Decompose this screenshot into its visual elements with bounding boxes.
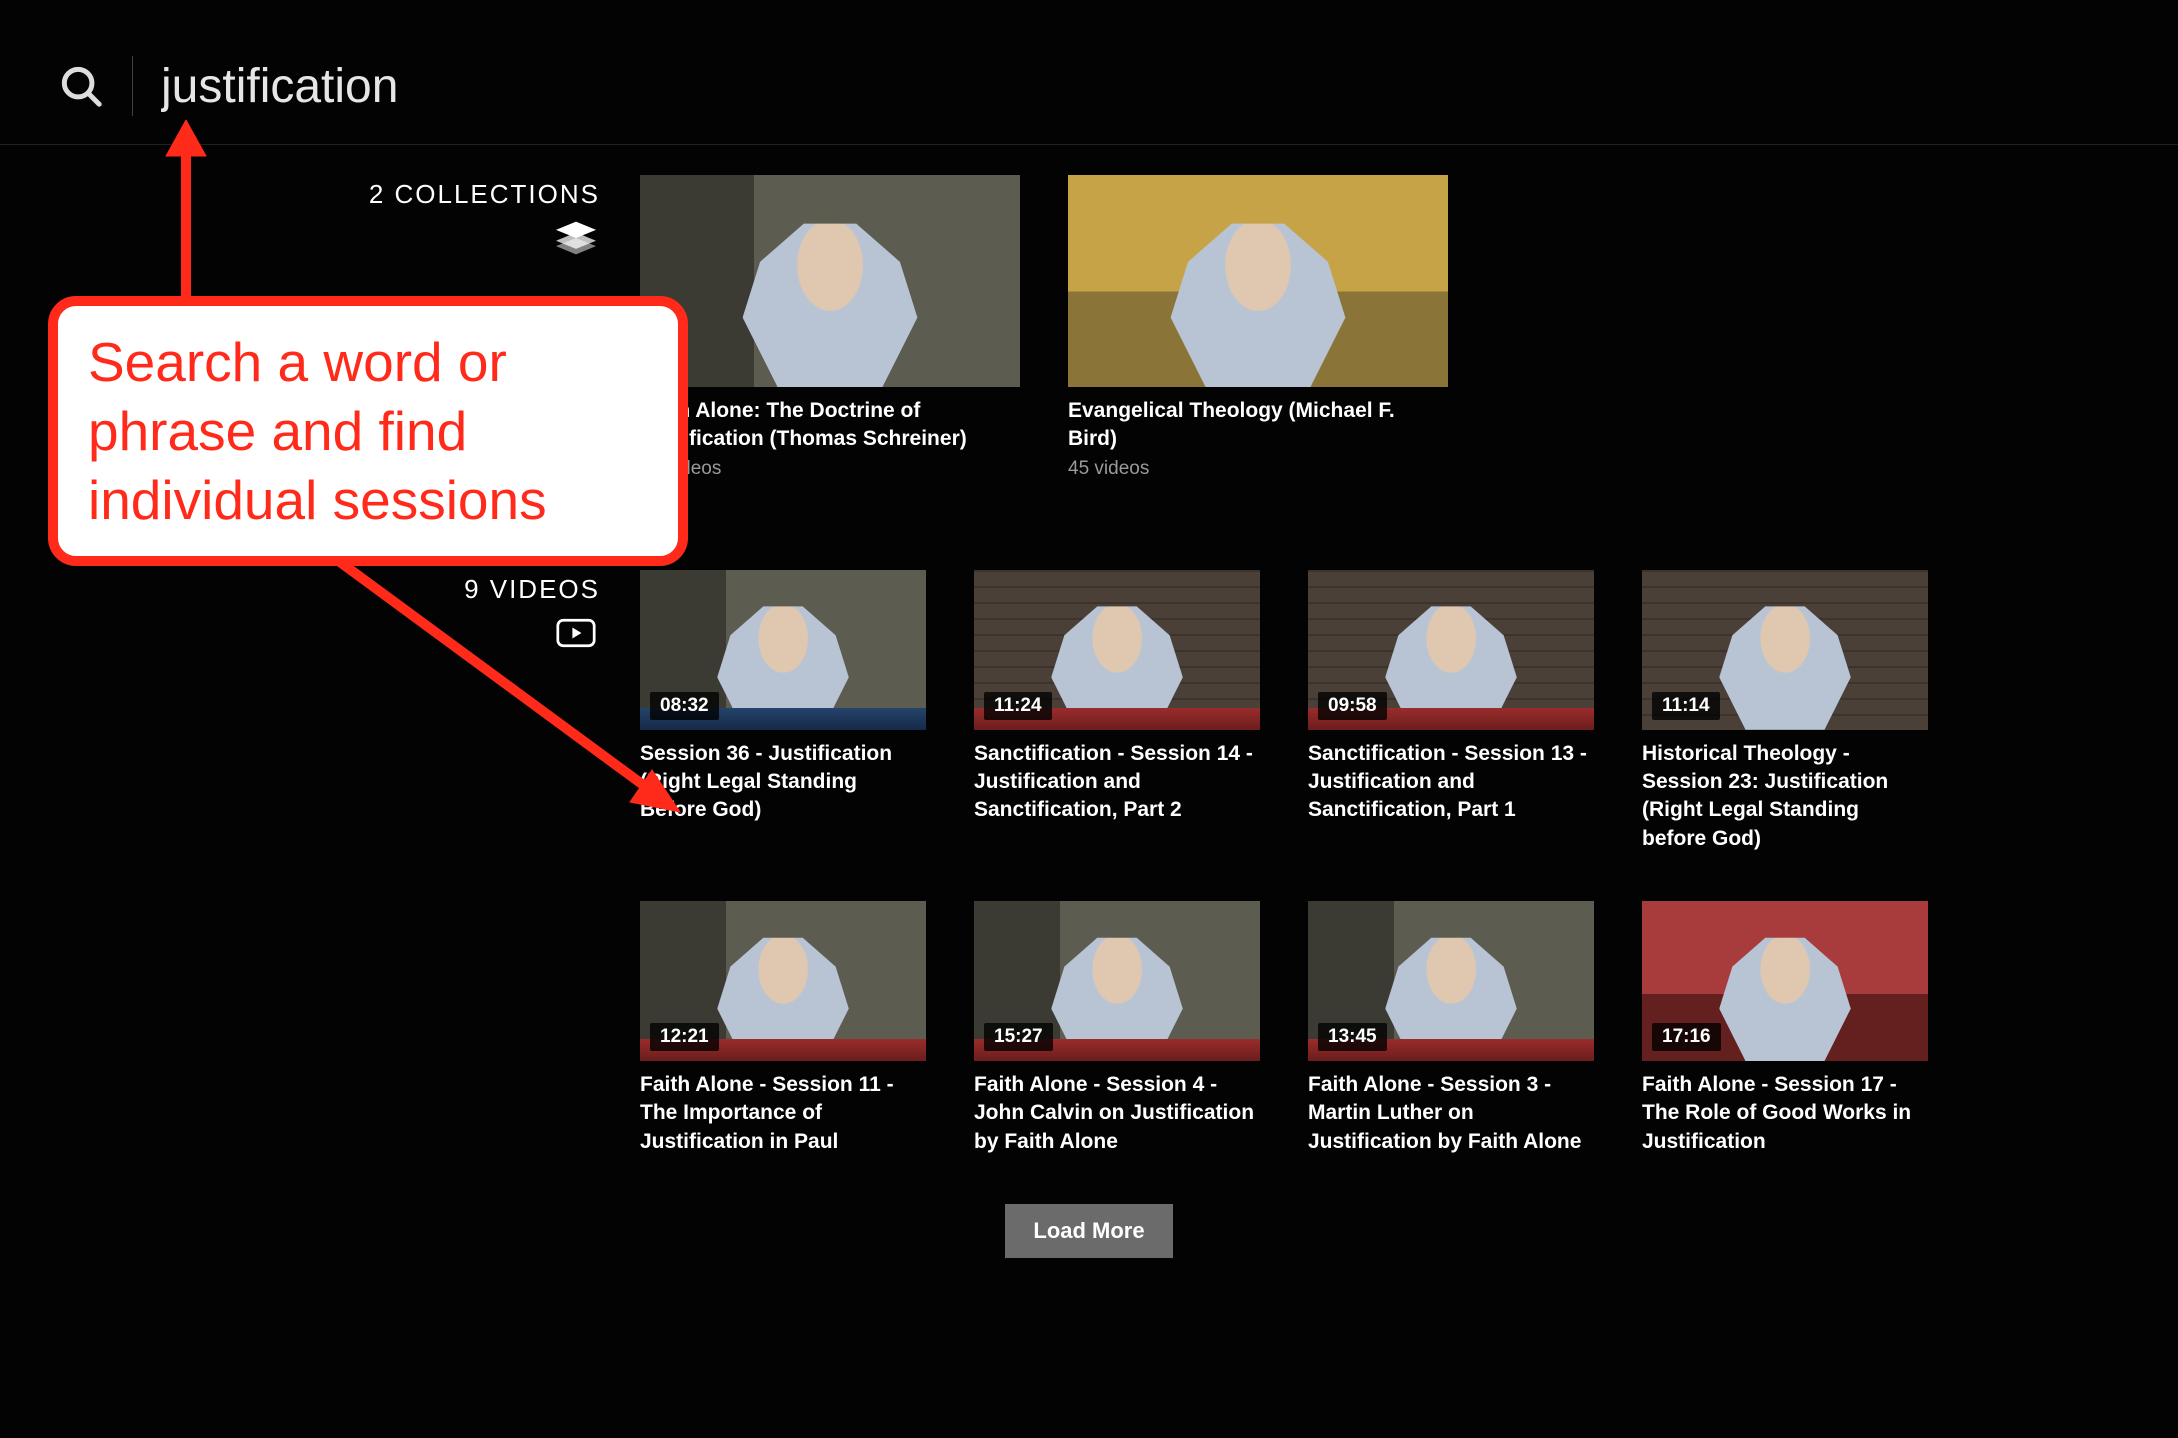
duration-badge: 11:14 bbox=[1652, 692, 1720, 720]
video-thumbnail: 13:45 bbox=[1308, 901, 1594, 1061]
video-card[interactable]: 17:16 Faith Alone - Session 17 - The Role… bbox=[1642, 901, 1928, 1156]
annotation-callout: Search a word or phrase and find individ… bbox=[48, 296, 688, 566]
video-title: Historical Theology - Session 23: Justif… bbox=[1642, 740, 1928, 853]
video-card[interactable]: 15:27 Faith Alone - Session 4 - John Calv… bbox=[974, 901, 1260, 1156]
search-results-panel: 2 COLLECTIONS Faith Alone: The Doctrine … bbox=[0, 0, 2178, 1258]
videos-count: 9 VIDEOS bbox=[0, 574, 600, 605]
collection-thumbnail bbox=[1068, 175, 1448, 387]
collection-card[interactable]: Evangelical Theology (Michael F. Bird) 45… bbox=[1068, 175, 1448, 480]
videos-section: 9 VIDEOS 08:32 Session 36 - Justification… bbox=[0, 540, 2178, 1156]
duration-badge: 12:21 bbox=[650, 1023, 719, 1051]
video-thumbnail: 12:21 bbox=[640, 901, 926, 1061]
collection-title: Evangelical Theology (Michael F. Bird) bbox=[1068, 397, 1448, 454]
videos-grid: 08:32 Session 36 - Justification (Right L… bbox=[640, 570, 2178, 1156]
video-thumbnail: 17:16 bbox=[1642, 901, 1928, 1061]
video-card[interactable]: 11:14 Historical Theology - Session 23: J… bbox=[1642, 570, 1928, 853]
video-title: Sanctification - Session 13 - Justificat… bbox=[1308, 740, 1594, 825]
duration-badge: 09:58 bbox=[1318, 692, 1387, 720]
video-title: Faith Alone - Session 17 - The Role of G… bbox=[1642, 1071, 1928, 1156]
collections-grid: Faith Alone: The Doctrine of Justificati… bbox=[640, 175, 2178, 480]
video-card[interactable]: 08:32 Session 36 - Justification (Right L… bbox=[640, 570, 926, 853]
collection-card[interactable]: Faith Alone: The Doctrine of Justificati… bbox=[640, 175, 1020, 480]
video-title: Sanctification - Session 14 - Justificat… bbox=[974, 740, 1260, 825]
video-card[interactable]: 12:21 Faith Alone - Session 11 - The Impo… bbox=[640, 901, 926, 1156]
search-divider bbox=[132, 56, 133, 116]
search-input[interactable] bbox=[161, 59, 761, 114]
load-more-row: Load More bbox=[0, 1204, 2178, 1258]
duration-badge: 08:32 bbox=[650, 692, 719, 720]
video-title: Session 36 - Justification (Right Legal … bbox=[640, 740, 926, 825]
collection-title: Faith Alone: The Doctrine of Justificati… bbox=[640, 397, 1020, 454]
duration-badge: 11:24 bbox=[984, 692, 1052, 720]
video-card[interactable]: 13:45 Faith Alone - Session 3 - Martin Lu… bbox=[1308, 901, 1594, 1156]
collection-subtitle: 45 videos bbox=[1068, 458, 1448, 480]
collections-count: 2 COLLECTIONS bbox=[0, 179, 600, 210]
load-more-button[interactable]: Load More bbox=[1005, 1204, 1172, 1258]
duration-badge: 17:16 bbox=[1652, 1023, 1721, 1051]
search-icon[interactable] bbox=[58, 63, 104, 109]
video-title: Faith Alone - Session 11 - The Importanc… bbox=[640, 1071, 926, 1156]
search-bar bbox=[0, 0, 2178, 145]
video-title: Faith Alone - Session 4 - John Calvin on… bbox=[974, 1071, 1260, 1156]
collection-subtitle: 21 videos bbox=[640, 458, 1020, 480]
collection-thumbnail bbox=[640, 175, 1020, 387]
video-thumbnail: 11:14 bbox=[1642, 570, 1928, 730]
duration-badge: 13:45 bbox=[1318, 1023, 1387, 1051]
duration-badge: 15:27 bbox=[984, 1023, 1053, 1051]
video-thumbnail: 15:27 bbox=[974, 901, 1260, 1061]
video-title: Faith Alone - Session 3 - Martin Luther … bbox=[1308, 1071, 1594, 1156]
video-card[interactable]: 09:58 Sanctification - Session 13 - Justi… bbox=[1308, 570, 1594, 853]
videos-icon bbox=[0, 615, 600, 651]
videos-label: 9 VIDEOS bbox=[0, 570, 640, 1156]
video-card[interactable]: 11:24 Sanctification - Session 14 - Justi… bbox=[974, 570, 1260, 853]
annotation-text: Search a word or phrase and find individ… bbox=[88, 331, 547, 531]
collections-icon bbox=[0, 220, 600, 256]
video-thumbnail: 09:58 bbox=[1308, 570, 1594, 730]
video-thumbnail: 11:24 bbox=[974, 570, 1260, 730]
video-thumbnail: 08:32 bbox=[640, 570, 926, 730]
